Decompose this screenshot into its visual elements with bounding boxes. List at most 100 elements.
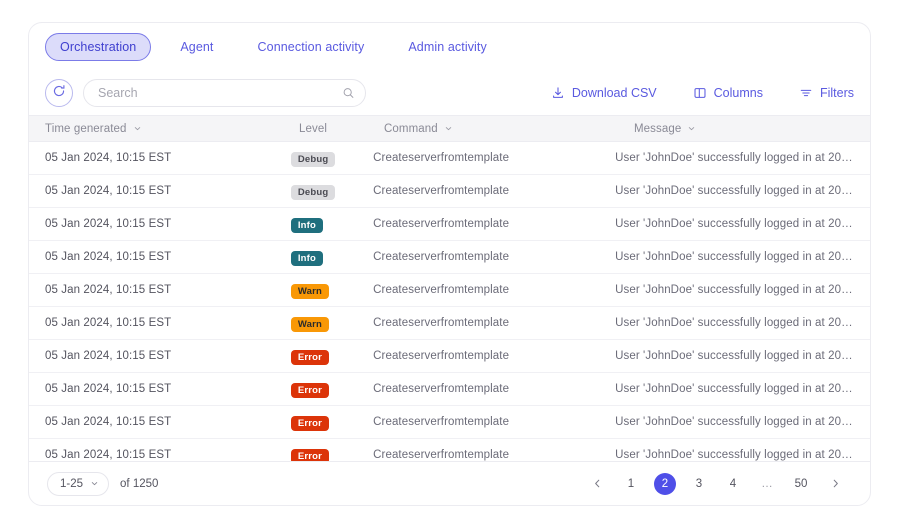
cell-message: User 'JohnDoe' successfully logged in at… [615,185,864,197]
tab-bar: Orchestration Agent Connection activity Adm… [29,23,870,71]
cell-message: User 'JohnDoe' successfully logged in at… [615,317,864,329]
cell-command: Createserverfromtemplate [373,383,510,395]
chevron-down-icon [133,124,142,133]
page-size-label: 1-25 [60,477,84,490]
pagination-page-3[interactable]: 3 [688,473,710,495]
table-header-row: Time generated Level Command Message [29,115,870,142]
cell-command: Createserverfromtemplate [373,317,510,329]
chevron-down-icon [687,124,696,133]
level-badge-info: Info [290,250,324,267]
table-row[interactable]: 05 Jan 2024, 10:15 EST Debug Createserverf… [29,142,870,175]
filters-icon [799,86,813,100]
pagination-page-1[interactable]: 1 [620,473,642,495]
cell-time-generated: 05 Jan 2024, 10:15 EST [45,350,172,362]
columns-label: Columns [713,86,763,100]
total-count-label: of 1250 [120,477,159,490]
filters-button[interactable]: Filters [799,86,854,100]
cell-level: Error [290,413,373,432]
download-csv-button[interactable]: Download CSV [551,86,657,100]
cell-message: User 'JohnDoe' successfully logged in at… [615,383,864,395]
level-badge-error: Error [290,382,330,399]
search-field[interactable] [83,79,366,107]
column-header-label: Command [384,122,438,135]
level-badge-info: Info [290,217,324,234]
cell-message: User 'JohnDoe' successfully logged in at… [615,449,864,461]
cell-time-generated: 05 Jan 2024, 10:15 EST [45,317,172,329]
table-row[interactable]: 05 Jan 2024, 10:15 EST Error Createserverf… [29,406,870,439]
search-input[interactable] [83,79,366,107]
cell-time-generated: 05 Jan 2024, 10:15 EST [45,152,172,164]
cell-command: Createserverfromtemplate [373,416,510,428]
logs-card: Orchestration Agent Connection activity Adm… [28,22,871,506]
cell-level: Warn [290,314,373,333]
cell-message: User 'JohnDoe' successfully logged in at… [615,416,864,428]
cell-command: Createserverfromtemplate [373,449,510,461]
log-viewer-page: Orchestration Agent Connection activity Adm… [0,0,901,514]
cell-level: Info [290,248,373,267]
table-body: 05 Jan 2024, 10:15 EST Debug Createserverf… [29,142,870,461]
cell-time-generated: 05 Jan 2024, 10:15 EST [45,416,172,428]
cell-time-generated: 05 Jan 2024, 10:15 EST [45,251,172,263]
level-badge-debug: Debug [290,151,336,168]
cell-level: Error [290,446,373,461]
filters-label: Filters [819,86,854,100]
level-badge-error: Error [290,415,330,432]
cell-level: Warn [290,281,373,300]
table-row[interactable]: 05 Jan 2024, 10:15 EST Warn Createserverfr… [29,307,870,340]
tab-admin-activity[interactable]: Admin activity [393,33,502,61]
cell-command: Createserverfromtemplate [373,185,510,197]
table-row[interactable]: 05 Jan 2024, 10:15 EST Error Createserverf… [29,340,870,373]
pagination-page-50[interactable]: 50 [790,473,812,495]
page-size-select[interactable]: 1-25 [47,471,110,496]
cell-level: Error [290,380,373,399]
cell-time-generated: 05 Jan 2024, 10:15 EST [45,218,172,230]
chevron-down-icon [90,479,99,488]
refresh-icon [52,84,66,103]
cell-level: Info [290,215,373,234]
table-row[interactable]: 05 Jan 2024, 10:15 EST Error Createserverf… [29,439,870,461]
cell-message: User 'JohnDoe' successfully logged in at… [615,152,864,164]
pagination-next-button[interactable] [824,473,846,495]
cell-command: Createserverfromtemplate [373,350,510,362]
level-badge-warn: Warn [290,316,330,333]
column-header-level: Level [299,123,384,135]
cell-command: Createserverfromtemplate [373,284,510,296]
columns-icon [693,86,707,100]
level-badge-warn: Warn [290,283,330,300]
table-row[interactable]: 05 Jan 2024, 10:15 EST Info Createserverfr… [29,241,870,274]
cell-message: User 'JohnDoe' successfully logged in at… [615,284,864,296]
cell-level: Debug [290,149,373,168]
table-row[interactable]: 05 Jan 2024, 10:15 EST Error Createserverf… [29,373,870,406]
pagination-page-4[interactable]: 4 [722,473,744,495]
column-header-message[interactable]: Message [634,123,870,135]
table-footer: 1-25 of 1250 1 2 3 4 … 50 [29,461,870,505]
cell-time-generated: 05 Jan 2024, 10:15 EST [45,185,172,197]
level-badge-error: Error [290,448,330,461]
cell-time-generated: 05 Jan 2024, 10:15 EST [45,284,172,296]
pagination-prev-button[interactable] [586,473,608,495]
column-header-command[interactable]: Command [384,123,634,135]
column-header-time-generated[interactable]: Time generated [29,123,299,135]
download-icon [551,86,565,100]
table-row[interactable]: 05 Jan 2024, 10:15 EST Warn Createserverfr… [29,274,870,307]
cell-message: User 'JohnDoe' successfully logged in at… [615,251,864,263]
level-badge-debug: Debug [290,184,336,201]
toolbar: Download CSV Columns Filters [29,71,870,115]
pagination: 1 2 3 4 … 50 [580,472,852,495]
columns-button[interactable]: Columns [693,86,763,100]
cell-message: User 'JohnDoe' successfully logged in at… [615,218,864,230]
tab-orchestration[interactable]: Orchestration [45,33,152,61]
tab-agent[interactable]: Agent [165,33,228,61]
cell-time-generated: 05 Jan 2024, 10:15 EST [45,449,172,461]
column-header-label: Level [299,122,327,135]
cell-message: User 'JohnDoe' successfully logged in at… [615,350,864,362]
column-header-label: Message [634,122,682,135]
pagination-page-2[interactable]: 2 [654,472,676,495]
cell-level: Error [290,347,373,366]
table-row[interactable]: 05 Jan 2024, 10:15 EST Info Createserverfr… [29,208,870,241]
cell-time-generated: 05 Jan 2024, 10:15 EST [45,383,172,395]
table-row[interactable]: 05 Jan 2024, 10:15 EST Debug Createserverf… [29,175,870,208]
refresh-button[interactable] [45,79,73,107]
chevron-down-icon [444,124,453,133]
tab-connection-activity[interactable]: Connection activity [243,33,380,61]
